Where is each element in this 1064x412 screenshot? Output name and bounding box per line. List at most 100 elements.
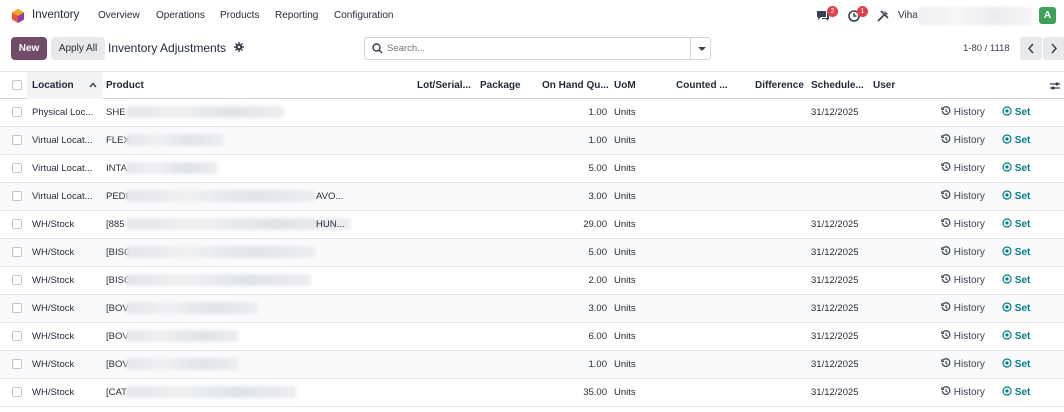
history-button[interactable]: History	[941, 358, 985, 370]
column-scheduled-date[interactable]: Schedule...	[811, 80, 864, 91]
select-all-checkbox[interactable]	[12, 80, 22, 90]
row-uom: Units	[614, 219, 636, 230]
table-row[interactable]: WH/Stock [885 HUN... 29.00 Units 31/12/2025 H…	[0, 211, 1064, 239]
table-row[interactable]: WH/Stock [BOV 6.00 Units 31/12/2025 History …	[0, 323, 1064, 351]
set-target-icon	[1002, 246, 1012, 256]
redacted-product-name	[126, 246, 316, 258]
set-button[interactable]: Set	[1002, 218, 1030, 230]
column-location[interactable]: Location	[32, 80, 74, 91]
table-row[interactable]: WH/Stock [BISC 5.00 Units 31/12/2025 History…	[0, 239, 1064, 267]
new-button[interactable]: New	[11, 37, 47, 60]
history-button[interactable]: History	[941, 134, 985, 146]
search-divider	[690, 38, 691, 59]
set-label: Set	[1014, 191, 1031, 202]
column-on-hand-quantity[interactable]: On Hand Qu...	[542, 80, 609, 91]
table-row[interactable]: Virtual Locat... FLEX 1.00 Units History Se…	[0, 127, 1064, 155]
gear-icon[interactable]	[234, 42, 244, 52]
table-row[interactable]: WH/Stock [BOV 3.00 Units 31/12/2025 History …	[0, 295, 1064, 323]
menu-overview[interactable]: Overview	[98, 10, 140, 21]
set-button[interactable]: Set	[1002, 106, 1030, 118]
row-checkbox[interactable]	[12, 303, 22, 313]
row-scheduled-date: 31/12/2025	[811, 331, 859, 342]
menu-reporting[interactable]: Reporting	[275, 10, 318, 21]
row-checkbox[interactable]	[12, 219, 22, 229]
row-checkbox[interactable]	[12, 331, 22, 341]
history-button[interactable]: History	[941, 106, 985, 118]
set-button[interactable]: Set	[1002, 190, 1030, 202]
row-checkbox[interactable]	[12, 359, 22, 369]
row-checkbox[interactable]	[12, 275, 22, 285]
row-checkbox[interactable]	[12, 163, 22, 173]
user-avatar[interactable]: A	[1039, 7, 1056, 24]
row-scheduled-date: 31/12/2025	[811, 107, 859, 118]
tools-icon[interactable]	[877, 10, 889, 22]
set-target-icon	[1002, 190, 1012, 200]
history-icon	[941, 218, 951, 227]
row-checkbox[interactable]	[12, 135, 22, 145]
table-row[interactable]: Virtual Locat... INTA 5.00 Units History Se…	[0, 155, 1064, 183]
row-uom: Units	[614, 275, 636, 286]
search-options-toggle[interactable]	[698, 47, 706, 51]
menu-operations[interactable]: Operations	[156, 10, 205, 21]
column-uom[interactable]: UoM	[614, 80, 636, 91]
activities-badge: 1	[857, 6, 868, 17]
menu-configuration[interactable]: Configuration	[334, 10, 393, 21]
apply-all-button[interactable]: Apply All	[51, 37, 105, 60]
set-label: Set	[1014, 303, 1031, 314]
history-button[interactable]: History	[941, 330, 985, 342]
set-button[interactable]: Set	[1002, 386, 1030, 398]
history-button[interactable]: History	[941, 218, 985, 230]
set-button[interactable]: Set	[1002, 330, 1030, 342]
history-icon	[941, 330, 951, 339]
pager-next-button[interactable]	[1043, 37, 1064, 60]
table-row[interactable]: WH/Stock [BOV 1.00 Units 31/12/2025 History …	[0, 351, 1064, 379]
row-checkbox[interactable]	[12, 247, 22, 257]
row-product: [CAT	[106, 387, 127, 398]
row-location: WH/Stock	[32, 303, 75, 314]
row-uom: Units	[614, 191, 636, 202]
history-button[interactable]: History	[941, 162, 985, 174]
history-icon	[941, 274, 951, 283]
row-on-hand-qty: 2.00	[588, 275, 608, 286]
column-user[interactable]: User	[873, 80, 895, 91]
table-header: Location Product Lot/Serial... Package O…	[0, 71, 1064, 99]
table-row[interactable]: Virtual Locat... PEDI AVO... 3.00 Units Hist…	[0, 183, 1064, 211]
redacted-product-name	[126, 358, 238, 370]
set-button[interactable]: Set	[1002, 302, 1030, 314]
row-checkbox[interactable]	[12, 191, 22, 201]
column-lot-serial[interactable]: Lot/Serial...	[417, 80, 471, 91]
set-button[interactable]: Set	[1002, 134, 1030, 146]
menu-products[interactable]: Products	[220, 10, 259, 21]
table-row[interactable]: WH/Stock [BISC 2.00 Units 31/12/2025 History…	[0, 267, 1064, 295]
history-icon	[941, 106, 951, 115]
row-checkbox[interactable]	[12, 387, 22, 397]
row-location: WH/Stock	[32, 247, 75, 258]
pager-previous-button[interactable]	[1020, 37, 1042, 60]
row-product: SHE	[106, 107, 126, 118]
set-button[interactable]: Set	[1002, 162, 1030, 174]
column-package[interactable]: Package	[480, 80, 521, 91]
set-button[interactable]: Set	[1002, 358, 1030, 370]
history-button[interactable]: History	[941, 246, 985, 258]
history-button[interactable]: History	[941, 386, 985, 398]
app-name[interactable]: Inventory	[32, 9, 79, 21]
user-name[interactable]: Viha	[898, 10, 918, 21]
column-counted-quantity[interactable]: Counted ...	[676, 80, 728, 91]
row-scheduled-date: 31/12/2025	[811, 387, 859, 398]
set-button[interactable]: Set	[1002, 274, 1030, 286]
table-row[interactable]: Physical Loc... SHE 1.00 Units 31/12/2025 Hi…	[0, 99, 1064, 127]
column-difference[interactable]: Difference	[755, 80, 804, 91]
set-button[interactable]: Set	[1002, 246, 1030, 258]
history-button[interactable]: History	[941, 190, 985, 202]
column-product[interactable]: Product	[106, 80, 144, 91]
row-checkbox[interactable]	[12, 107, 22, 117]
pager-value[interactable]: 1-80 / 1118	[963, 43, 1010, 54]
optional-columns-icon[interactable]	[1049, 81, 1061, 91]
history-button[interactable]: History	[941, 302, 985, 314]
search-input[interactable]	[387, 41, 687, 56]
history-button[interactable]: History	[941, 274, 985, 286]
inventory-app-icon[interactable]	[11, 9, 25, 23]
table-row[interactable]: WH/Stock [CAT 35.00 Units 31/12/2025 History…	[0, 379, 1064, 407]
row-product-tail: HUN...	[316, 219, 345, 230]
history-icon	[941, 246, 951, 255]
